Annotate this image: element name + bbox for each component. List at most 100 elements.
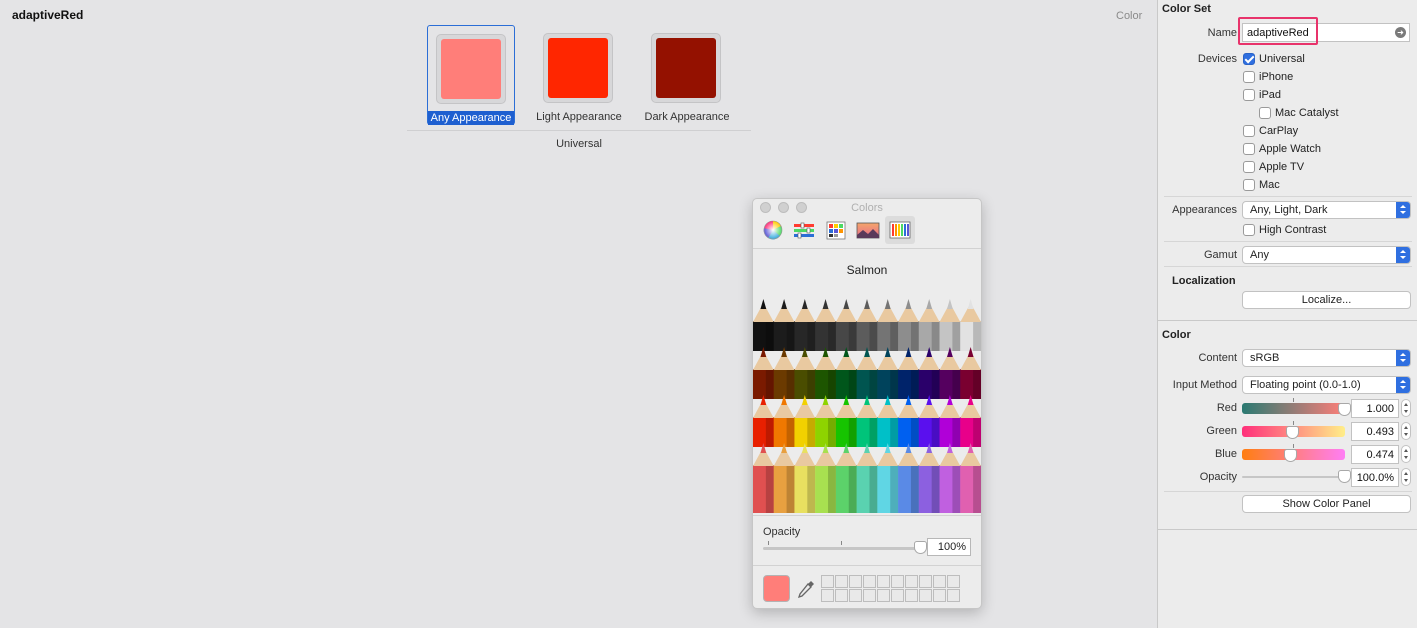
custom-color-well[interactable] [919,589,932,602]
color-swatch[interactable] [656,38,716,98]
appearances-popup[interactable]: Any, Light, Dark [1242,201,1411,219]
opacity-slider-thumb[interactable] [1338,470,1351,483]
component-slider-thumb[interactable] [1283,449,1297,462]
pencil-swatch[interactable] [815,347,837,399]
color-wheel-icon[interactable] [758,216,788,244]
pencil-swatch[interactable] [835,395,858,447]
pencil-swatch[interactable] [898,347,920,399]
device-checkbox[interactable] [1243,71,1255,83]
component-stepper[interactable] [1401,399,1411,417]
custom-color-well[interactable] [821,575,834,588]
pencil-swatch[interactable] [877,347,899,399]
device-checkbox[interactable] [1243,179,1255,191]
eyedropper-icon[interactable] [796,579,816,599]
component-slider-thumb[interactable] [1285,426,1299,439]
color-swatch[interactable] [548,38,608,98]
pencil-swatch[interactable] [753,395,775,447]
pencil-swatch[interactable] [877,299,899,351]
opacity-stepper[interactable] [1401,468,1411,486]
custom-color-well[interactable] [947,575,960,588]
pencil-swatch[interactable] [815,299,837,351]
pencil-swatch[interactable] [877,443,899,513]
pencil-swatch[interactable] [918,299,941,351]
pencil-swatch[interactable] [773,299,795,351]
pencil-swatch[interactable] [773,395,795,447]
pencil-swatch[interactable] [856,443,878,513]
pencil-swatch[interactable] [939,299,961,351]
high-contrast-checkbox[interactable] [1243,224,1255,236]
current-color-well[interactable] [763,575,790,602]
slot-light-appearance[interactable]: Light Appearance [535,25,623,125]
pencil-swatch[interactable] [939,347,961,399]
custom-color-well[interactable] [905,575,918,588]
custom-color-well[interactable] [905,589,918,602]
pencil-swatch[interactable] [877,395,899,447]
panel-opacity-slider-thumb[interactable] [914,541,927,554]
pencil-swatch[interactable] [856,395,878,447]
panel-opacity-slider[interactable] [763,547,921,550]
color-palettes-icon[interactable] [821,216,851,244]
component-value-field[interactable]: 1.000 [1351,399,1399,418]
pencil-swatch[interactable] [794,299,816,351]
pencil-swatch[interactable] [773,443,795,513]
pencil-swatch[interactable] [835,299,858,351]
pencil-swatch[interactable] [939,443,961,513]
gamut-popup[interactable]: Any [1242,246,1411,264]
colors-panel-window[interactable]: Colors Salmon Opacity 100% [752,198,982,609]
device-checkbox[interactable] [1243,143,1255,155]
image-palettes-icon[interactable] [853,216,883,244]
pencil-swatch[interactable] [960,299,981,351]
component-value-field[interactable]: 0.493 [1351,422,1399,441]
go-arrow-icon[interactable]: ➜ [1395,27,1406,38]
pencil-swatch[interactable] [794,395,816,447]
content-popup[interactable]: sRGB [1242,349,1411,367]
device-checkbox[interactable] [1243,53,1255,65]
slot-dark-appearance[interactable]: Dark Appearance [643,25,731,125]
custom-color-well[interactable] [849,575,862,588]
pencil-swatch[interactable] [898,395,920,447]
device-checkbox[interactable] [1259,107,1271,119]
custom-color-well[interactable] [835,589,848,602]
panel-opacity-value-field[interactable]: 100% [927,538,971,556]
custom-color-well[interactable] [863,589,876,602]
component-slider[interactable] [1242,403,1345,414]
input-method-popup[interactable]: Floating point (0.0-1.0) [1242,376,1411,394]
pencil-swatch[interactable] [898,443,920,513]
pencil-swatch[interactable] [773,347,795,399]
pencil-swatch[interactable] [794,347,816,399]
custom-color-well[interactable] [933,575,946,588]
custom-color-well[interactable] [933,589,946,602]
device-checkbox[interactable] [1243,89,1255,101]
component-stepper[interactable] [1401,422,1411,440]
pencil-swatch[interactable] [939,395,961,447]
custom-color-well[interactable] [891,589,904,602]
pencils-icon[interactable] [885,216,915,244]
pencil-swatch[interactable] [835,347,858,399]
pencil-swatch[interactable] [753,443,775,513]
color-sliders-icon[interactable] [789,216,819,244]
localize-button[interactable]: Localize... [1242,291,1411,309]
pencil-swatch[interactable] [918,443,941,513]
pencil-swatch[interactable] [960,395,981,447]
pencil-swatch[interactable] [753,299,775,351]
pencil-swatch[interactable] [856,347,878,399]
pencil-swatch[interactable] [918,347,941,399]
slot-any-appearance[interactable]: Any Appearance [427,25,515,125]
pencil-swatch[interactable] [918,395,941,447]
custom-color-well[interactable] [835,575,848,588]
pencil-swatch[interactable] [794,443,816,513]
component-slider-thumb[interactable] [1338,403,1351,416]
pencil-swatch[interactable] [815,443,837,513]
custom-color-well[interactable] [919,575,932,588]
custom-color-well[interactable] [821,589,834,602]
pencil-swatch[interactable] [856,299,878,351]
show-color-panel-button[interactable]: Show Color Panel [1242,495,1411,513]
custom-color-well[interactable] [877,589,890,602]
pencil-swatch[interactable] [960,443,981,513]
pencil-swatch[interactable] [753,347,775,399]
color-swatch[interactable] [441,39,501,99]
pencil-swatch[interactable] [960,347,981,399]
opacity-slider[interactable] [1242,476,1345,478]
component-stepper[interactable] [1401,445,1411,463]
pencil-palette[interactable] [753,295,981,513]
